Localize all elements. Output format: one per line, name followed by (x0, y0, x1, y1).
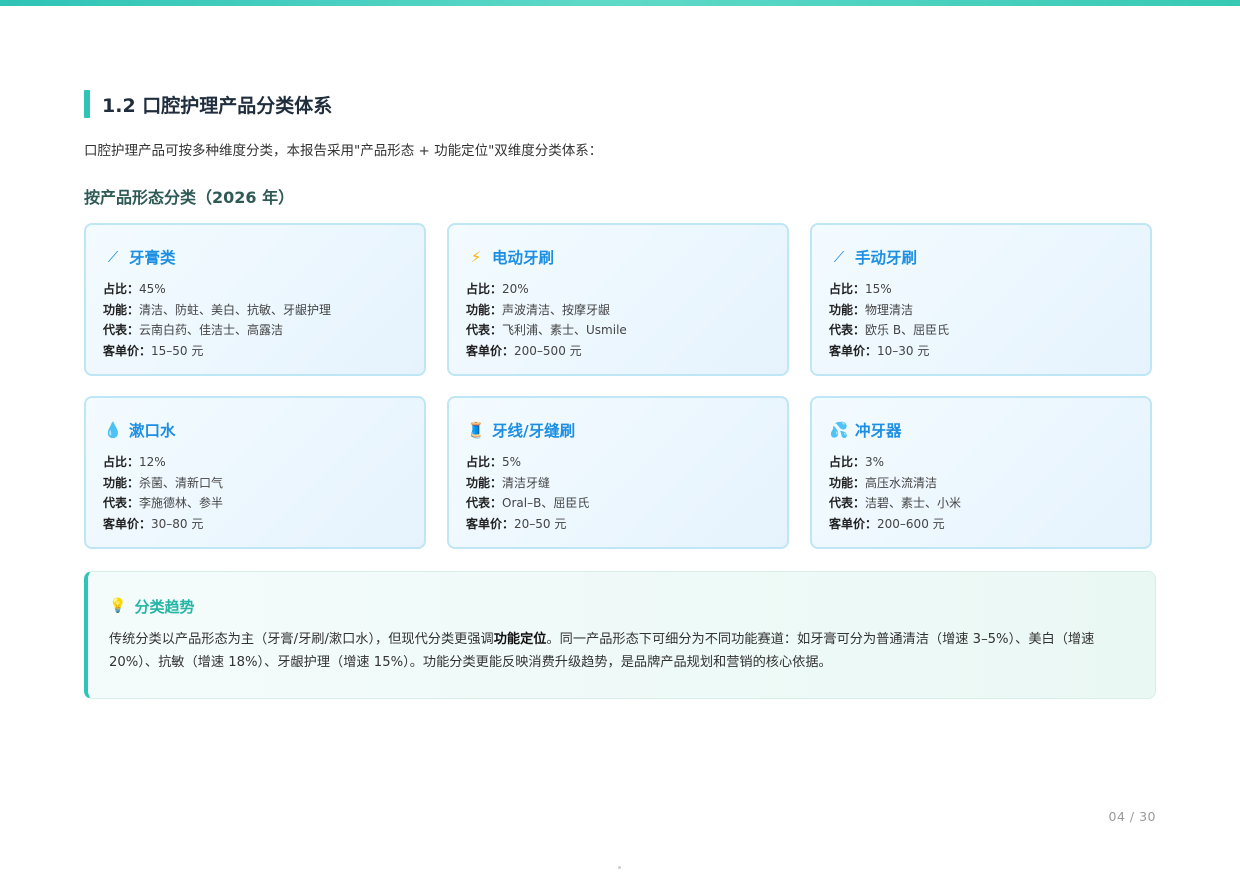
card-share: 占比：15% (829, 282, 892, 296)
trend-callout: 💡 分类趋势 传统分类以产品形态为主（牙膏/牙刷/漱口水），但现代分类更强调功能… (84, 571, 1156, 699)
trend-emphasis: 功能定位 (493, 632, 547, 647)
category-card-mouthwash: 💧 漱口水 占比：12% 功能：杀菌、清新口气 代表：李施德林、参半 客单价：3… (84, 396, 426, 549)
card-title: 牙线/牙缝刷 (492, 422, 576, 440)
thread-spool-icon: 🧵 (466, 421, 486, 439)
card-price: 客单价：20–50 元 (466, 517, 567, 532)
section-heading: 1.2 口腔护理产品分类体系 (84, 90, 332, 118)
toothbrush-icon: ⟋ (107, 248, 119, 266)
intro-paragraph: 口腔护理产品可按多种维度分类，本报告采用"产品形态 + 功能定位"双维度分类体系… (84, 143, 603, 159)
card-title: 手动牙刷 (855, 249, 918, 267)
category-card-manual-toothbrush: ⟋ 手动牙刷 占比：15% 功能：物理清洁 代表：欧乐 B、屈臣氏 客单价：10… (810, 223, 1152, 376)
page-title: 1.2 口腔护理产品分类体系 (102, 94, 333, 117)
top-accent-bar (0, 0, 1240, 6)
card-price: 客单价：200–600 元 (829, 517, 945, 532)
card-function: 功能：杀菌、清新口气 (103, 475, 224, 490)
toothbrush-icon: ⟋ (833, 248, 845, 266)
card-share: 占比：45% (103, 282, 166, 296)
card-function: 功能：物理清洁 (829, 302, 914, 317)
category-card-water-flosser: 💦 冲牙器 占比：3% 功能：高压水流清洁 代表：洁碧、素士、小米 客单价：20… (810, 396, 1152, 549)
card-share: 占比：12% (103, 455, 166, 469)
trend-text: 传统分类以产品形态为主（牙膏/牙刷/漱口水），但现代分类更强调功能定位。同一产品… (109, 632, 1095, 670)
lightning-icon: ⚡ (470, 248, 482, 266)
card-title: 电动牙刷 (492, 249, 555, 267)
card-brands: 代表：Oral–B、屈臣氏 (466, 496, 590, 511)
card-brands: 代表：云南白药、佳洁士、高露洁 (103, 323, 284, 338)
subsection-title: 按产品形态分类（2026 年） (84, 188, 295, 207)
water-splash-icon: 💦 (829, 421, 849, 439)
card-function: 功能：清洁、防蛀、美白、抗敏、牙龈护理 (103, 302, 332, 317)
category-card-toothpaste: ⟋ 牙膏类 占比：45% 功能：清洁、防蛀、美白、抗敏、牙龈护理 代表：云南白药… (84, 223, 426, 376)
card-price: 客单价：200–500 元 (466, 344, 582, 359)
card-brands: 代表：欧乐 B、屈臣氏 (829, 323, 950, 338)
card-brands: 代表：李施德林、参半 (103, 496, 224, 511)
card-share: 占比：20% (466, 282, 529, 296)
scroll-indicator-dot (618, 866, 621, 869)
card-title: 冲牙器 (855, 422, 902, 440)
lightbulb-icon: 💡 (109, 598, 127, 614)
heading-accent-bar (84, 90, 90, 118)
page-number: 04 / 30 (1108, 809, 1156, 824)
card-share: 占比：5% (466, 455, 522, 469)
card-function: 功能：高压水流清洁 (829, 475, 938, 490)
card-brands: 代表：洁碧、素士、小米 (829, 496, 962, 511)
trend-title: 分类趋势 (134, 597, 195, 616)
card-share: 占比：3% (829, 455, 885, 469)
card-title: 牙膏类 (129, 249, 176, 267)
card-title: 漱口水 (129, 422, 176, 440)
card-price: 客单价：30–80 元 (103, 517, 204, 532)
category-card-floss: 🧵 牙线/牙缝刷 占比：5% 功能：清洁牙缝 代表：Oral–B、屈臣氏 客单价… (447, 396, 789, 549)
category-card-electric-toothbrush: ⚡ 电动牙刷 占比：20% 功能：声波清洁、按摩牙龈 代表：飞利浦、素士、Usm… (447, 223, 789, 376)
droplet-icon: 💧 (103, 421, 123, 439)
card-function: 功能：清洁牙缝 (466, 475, 551, 490)
card-brands: 代表：飞利浦、素士、Usmile (466, 323, 627, 338)
card-price: 客单价：15–50 元 (103, 344, 204, 359)
card-function: 功能：声波清洁、按摩牙龈 (466, 302, 611, 317)
card-price: 客单价：10–30 元 (829, 344, 930, 359)
